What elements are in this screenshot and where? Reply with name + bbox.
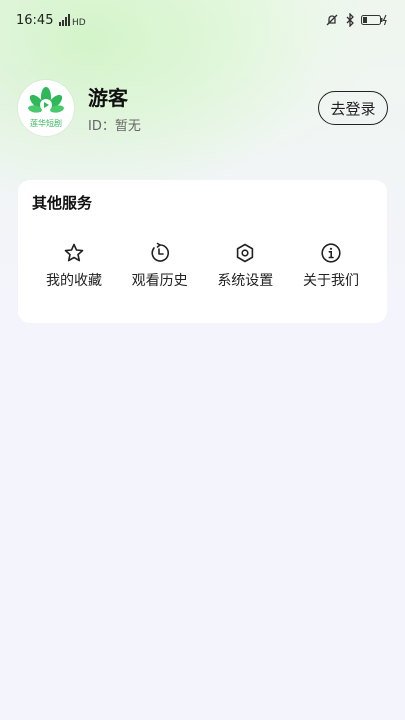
history-icon bbox=[151, 242, 169, 262]
avatar[interactable]: 莲华短剧 bbox=[18, 80, 74, 136]
other-services-card: 其他服务 我的收藏 观看历史 系统设置 关于我们 bbox=[18, 180, 387, 323]
service-label: 关于我们 bbox=[302, 273, 359, 289]
profile-header: 莲华短剧 游客 ID：暂无 去登录 bbox=[18, 80, 388, 136]
service-label: 我的收藏 bbox=[46, 273, 102, 289]
battery-icon bbox=[361, 14, 389, 26]
card-title: 其他服务 bbox=[32, 194, 93, 212]
service-item-settings[interactable]: 系统设置 bbox=[203, 242, 287, 290]
service-label: 系统设置 bbox=[217, 273, 274, 289]
service-item-history[interactable]: 观看历史 bbox=[118, 242, 202, 290]
service-item-favorites[interactable]: 我的收藏 bbox=[32, 242, 116, 290]
avatar-brand-text: 莲华短剧 bbox=[30, 119, 62, 128]
svg-text:HD: HD bbox=[72, 18, 86, 26]
status-time: 16:45 bbox=[16, 12, 54, 28]
settings-icon bbox=[237, 243, 254, 263]
login-button[interactable]: 去登录 bbox=[318, 91, 388, 125]
user-id: ID：暂无 bbox=[88, 119, 141, 134]
lotus-logo-icon bbox=[28, 87, 64, 113]
info-icon bbox=[321, 243, 341, 263]
user-info: 游客 ID：暂无 bbox=[88, 82, 318, 134]
service-item-about[interactable]: 关于我们 bbox=[289, 242, 373, 290]
status-bar: 16:45 HD bbox=[0, 0, 405, 40]
star-icon bbox=[64, 243, 84, 262]
user-name: 游客 bbox=[88, 86, 128, 110]
mute-icon bbox=[325, 13, 339, 27]
signal-icon: HD bbox=[59, 14, 89, 26]
bluetooth-icon bbox=[345, 13, 355, 27]
service-label: 观看历史 bbox=[131, 273, 188, 289]
services-grid: 我的收藏 观看历史 系统设置 关于我们 bbox=[32, 242, 373, 290]
